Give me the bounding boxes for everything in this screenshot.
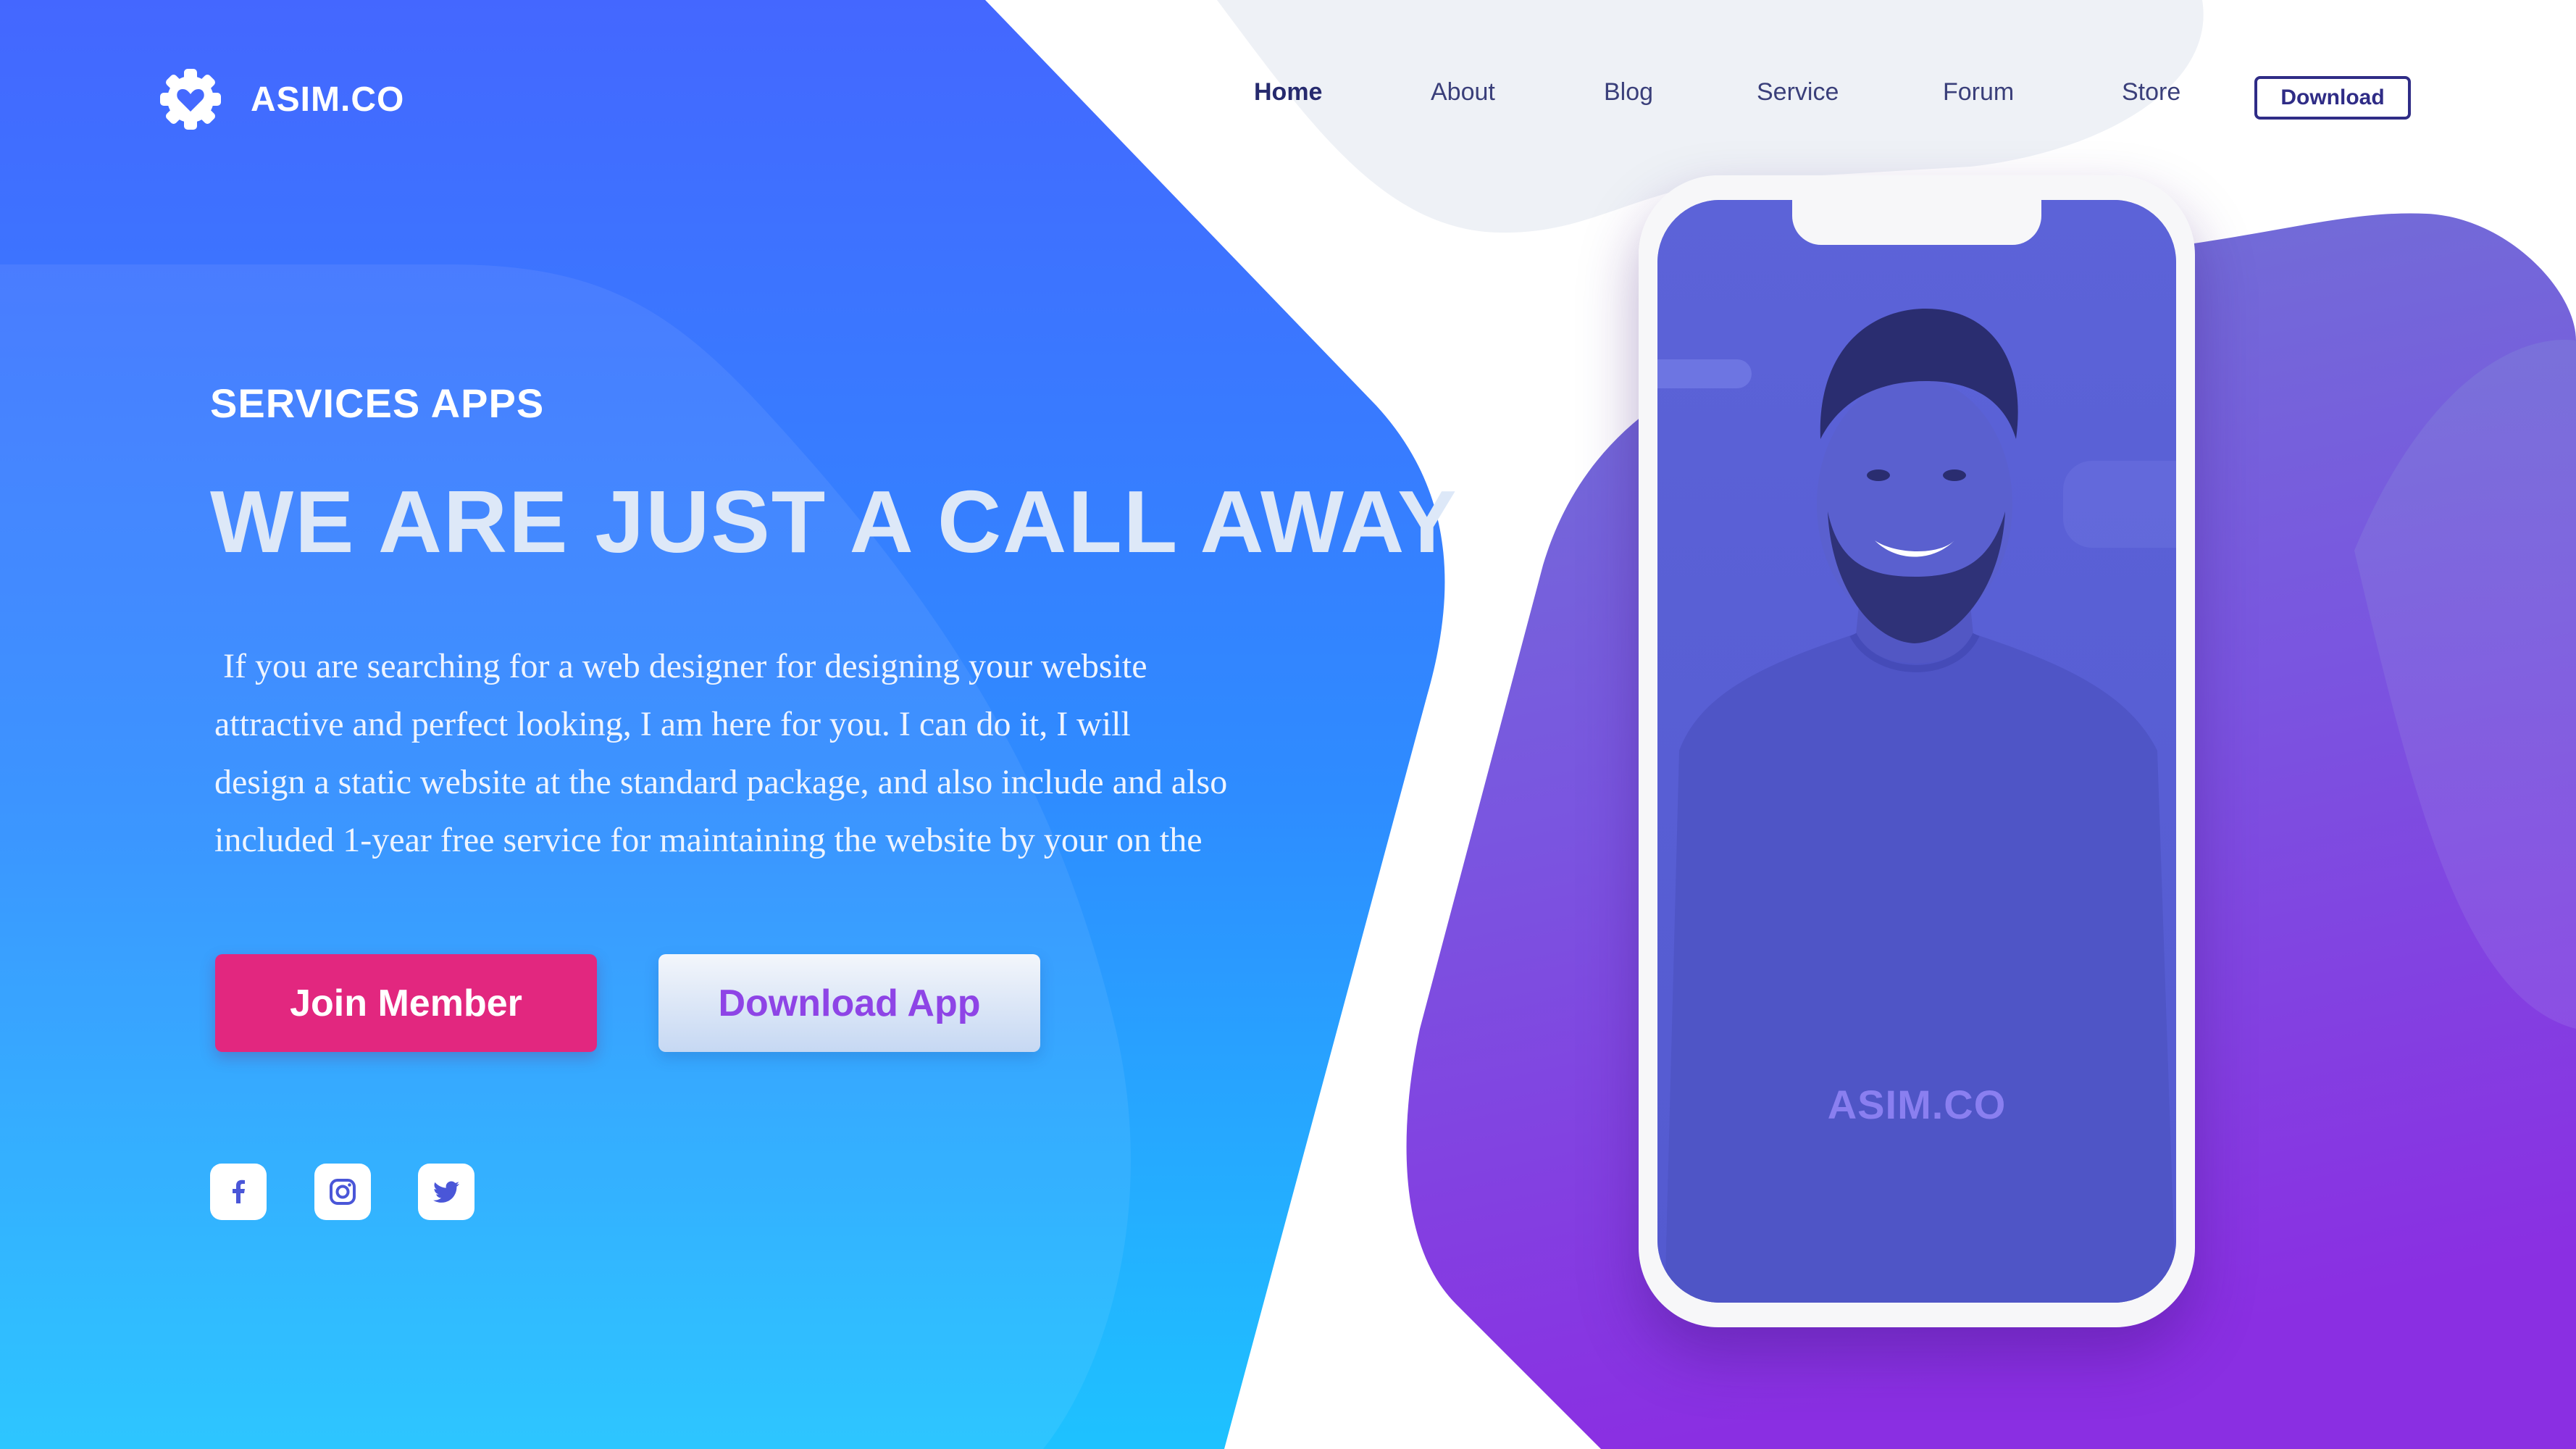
nav-item-about[interactable]: About (1431, 78, 1495, 107)
hero-description-line: included 1-year free service for maintai… (214, 821, 1203, 859)
nav-item-home[interactable]: Home (1254, 78, 1322, 107)
hero-description-line: attractive and perfect looking, I am her… (214, 705, 1131, 743)
download-app-button[interactable]: Download App (658, 954, 1040, 1052)
join-member-button[interactable]: Join Member (215, 954, 597, 1052)
instagram-icon (330, 1179, 356, 1205)
twitter-button[interactable] (418, 1164, 474, 1220)
nav-item-blog[interactable]: Blog (1604, 78, 1653, 107)
main-nav: Home About Blog Service Forum Store (0, 78, 2576, 122)
nav-item-forum[interactable]: Forum (1943, 78, 2014, 107)
hero-description-line: design a static website at the standard … (214, 763, 1228, 801)
landing-page: ASIM.CO Home About Blog Service Forum St… (0, 0, 2576, 1449)
nav-item-store[interactable]: Store (2122, 78, 2180, 107)
hero-headline: WE ARE JUST A CALL AWAY (210, 472, 1458, 571)
facebook-button[interactable] (210, 1164, 267, 1220)
nav-download-button[interactable]: Download (2254, 76, 2411, 120)
hero-description: If you are searching for a web designer … (214, 638, 1301, 869)
nav-item-service[interactable]: Service (1757, 78, 1839, 107)
hero-description-line: If you are searching for a web designer … (214, 647, 1147, 685)
instagram-button[interactable] (314, 1164, 371, 1220)
hero-eyebrow: SERVICES APPS (210, 380, 545, 426)
phone-notch (1792, 200, 2041, 245)
twitter-icon (433, 1181, 459, 1203)
phone-screen: ASIM.CO (1657, 200, 2176, 1303)
facebook-icon (233, 1179, 245, 1203)
person-photo (1657, 200, 2176, 1303)
shirt-brand-text: ASIM.CO (1827, 1082, 2007, 1127)
phone-mockup: ASIM.CO (1639, 175, 2195, 1327)
